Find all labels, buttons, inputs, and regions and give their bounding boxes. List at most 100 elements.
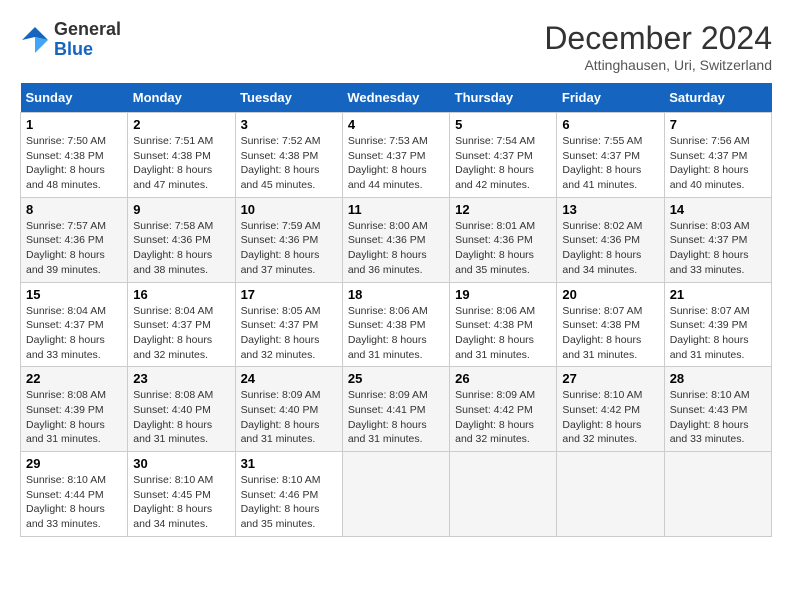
day-info: Sunrise: 8:04 AM Sunset: 4:37 PM Dayligh… <box>133 304 229 363</box>
calendar-cell: 16 Sunrise: 8:04 AM Sunset: 4:37 PM Dayl… <box>128 282 235 367</box>
sunrise-label: Sunrise: 7:55 AM <box>562 135 642 147</box>
calendar-cell: 1 Sunrise: 7:50 AM Sunset: 4:38 PM Dayli… <box>21 113 128 198</box>
title-block: December 2024 Attinghausen, Uri, Switzer… <box>544 20 772 73</box>
weekday-header: Sunday <box>21 83 128 113</box>
day-number: 23 <box>133 371 229 386</box>
sunrise-label: Sunrise: 8:08 AM <box>26 389 106 401</box>
calendar-cell: 31 Sunrise: 8:10 AM Sunset: 4:46 PM Dayl… <box>235 452 342 537</box>
sunrise-label: Sunrise: 7:53 AM <box>348 135 428 147</box>
sunset-label: Sunset: 4:44 PM <box>26 489 104 501</box>
sunrise-label: Sunrise: 8:07 AM <box>562 305 642 317</box>
day-info: Sunrise: 8:09 AM Sunset: 4:40 PM Dayligh… <box>241 388 337 447</box>
calendar-table: SundayMondayTuesdayWednesdayThursdayFrid… <box>20 83 772 537</box>
calendar-cell: 11 Sunrise: 8:00 AM Sunset: 4:36 PM Dayl… <box>342 197 449 282</box>
daylight-label: Daylight: 8 hours and 41 minutes. <box>562 164 641 191</box>
day-number: 3 <box>241 117 337 132</box>
sunrise-label: Sunrise: 7:58 AM <box>133 220 213 232</box>
day-number: 8 <box>26 202 122 217</box>
daylight-label: Daylight: 8 hours and 45 minutes. <box>241 164 320 191</box>
daylight-label: Daylight: 8 hours and 31 minutes. <box>26 419 105 446</box>
day-info: Sunrise: 8:08 AM Sunset: 4:39 PM Dayligh… <box>26 388 122 447</box>
calendar-cell: 23 Sunrise: 8:08 AM Sunset: 4:40 PM Dayl… <box>128 367 235 452</box>
sunset-label: Sunset: 4:42 PM <box>455 404 533 416</box>
calendar-cell: 22 Sunrise: 8:08 AM Sunset: 4:39 PM Dayl… <box>21 367 128 452</box>
sunset-label: Sunset: 4:36 PM <box>348 234 426 246</box>
sunset-label: Sunset: 4:40 PM <box>133 404 211 416</box>
day-info: Sunrise: 8:08 AM Sunset: 4:40 PM Dayligh… <box>133 388 229 447</box>
sunrise-label: Sunrise: 8:06 AM <box>455 305 535 317</box>
day-number: 28 <box>670 371 766 386</box>
sunset-label: Sunset: 4:39 PM <box>670 319 748 331</box>
sunrise-label: Sunrise: 7:52 AM <box>241 135 321 147</box>
day-number: 4 <box>348 117 444 132</box>
day-info: Sunrise: 8:06 AM Sunset: 4:38 PM Dayligh… <box>455 304 551 363</box>
calendar-cell <box>557 452 664 537</box>
day-number: 30 <box>133 456 229 471</box>
daylight-label: Daylight: 8 hours and 32 minutes. <box>241 334 320 361</box>
daylight-label: Daylight: 8 hours and 33 minutes. <box>670 249 749 276</box>
calendar-cell: 4 Sunrise: 7:53 AM Sunset: 4:37 PM Dayli… <box>342 113 449 198</box>
day-number: 18 <box>348 287 444 302</box>
logo: General Blue <box>20 20 121 60</box>
sunset-label: Sunset: 4:38 PM <box>241 150 319 162</box>
daylight-label: Daylight: 8 hours and 31 minutes. <box>133 419 212 446</box>
day-number: 13 <box>562 202 658 217</box>
sunrise-label: Sunrise: 7:51 AM <box>133 135 213 147</box>
sunset-label: Sunset: 4:36 PM <box>241 234 319 246</box>
calendar-cell: 12 Sunrise: 8:01 AM Sunset: 4:36 PM Dayl… <box>450 197 557 282</box>
daylight-label: Daylight: 8 hours and 44 minutes. <box>348 164 427 191</box>
daylight-label: Daylight: 8 hours and 42 minutes. <box>455 164 534 191</box>
day-info: Sunrise: 7:59 AM Sunset: 4:36 PM Dayligh… <box>241 219 337 278</box>
sunrise-label: Sunrise: 8:10 AM <box>562 389 642 401</box>
weekday-header: Monday <box>128 83 235 113</box>
daylight-label: Daylight: 8 hours and 48 minutes. <box>26 164 105 191</box>
sunrise-label: Sunrise: 8:02 AM <box>562 220 642 232</box>
day-info: Sunrise: 8:00 AM Sunset: 4:36 PM Dayligh… <box>348 219 444 278</box>
calendar-cell: 6 Sunrise: 7:55 AM Sunset: 4:37 PM Dayli… <box>557 113 664 198</box>
calendar-cell: 13 Sunrise: 8:02 AM Sunset: 4:36 PM Dayl… <box>557 197 664 282</box>
sunrise-label: Sunrise: 8:10 AM <box>133 474 213 486</box>
day-info: Sunrise: 8:05 AM Sunset: 4:37 PM Dayligh… <box>241 304 337 363</box>
sunrise-label: Sunrise: 8:10 AM <box>241 474 321 486</box>
month-title: December 2024 <box>544 20 772 57</box>
day-info: Sunrise: 7:55 AM Sunset: 4:37 PM Dayligh… <box>562 134 658 193</box>
calendar-cell: 19 Sunrise: 8:06 AM Sunset: 4:38 PM Dayl… <box>450 282 557 367</box>
sunrise-label: Sunrise: 8:01 AM <box>455 220 535 232</box>
logo-general: General <box>54 20 121 40</box>
day-info: Sunrise: 8:10 AM Sunset: 4:42 PM Dayligh… <box>562 388 658 447</box>
calendar-cell: 2 Sunrise: 7:51 AM Sunset: 4:38 PM Dayli… <box>128 113 235 198</box>
sunset-label: Sunset: 4:36 PM <box>455 234 533 246</box>
day-number: 31 <box>241 456 337 471</box>
day-info: Sunrise: 8:09 AM Sunset: 4:41 PM Dayligh… <box>348 388 444 447</box>
weekday-header: Tuesday <box>235 83 342 113</box>
sunrise-label: Sunrise: 8:06 AM <box>348 305 428 317</box>
sunrise-label: Sunrise: 7:54 AM <box>455 135 535 147</box>
day-info: Sunrise: 8:10 AM Sunset: 4:46 PM Dayligh… <box>241 473 337 532</box>
daylight-label: Daylight: 8 hours and 32 minutes. <box>562 419 641 446</box>
day-number: 27 <box>562 371 658 386</box>
sunset-label: Sunset: 4:40 PM <box>241 404 319 416</box>
sunset-label: Sunset: 4:37 PM <box>670 234 748 246</box>
sunset-label: Sunset: 4:37 PM <box>562 150 640 162</box>
sunset-label: Sunset: 4:36 PM <box>26 234 104 246</box>
calendar-header-row: SundayMondayTuesdayWednesdayThursdayFrid… <box>21 83 772 113</box>
day-info: Sunrise: 8:10 AM Sunset: 4:43 PM Dayligh… <box>670 388 766 447</box>
sunset-label: Sunset: 4:38 PM <box>133 150 211 162</box>
daylight-label: Daylight: 8 hours and 40 minutes. <box>670 164 749 191</box>
day-number: 25 <box>348 371 444 386</box>
day-number: 24 <box>241 371 337 386</box>
weekday-header: Saturday <box>664 83 771 113</box>
day-number: 26 <box>455 371 551 386</box>
calendar-week-row: 15 Sunrise: 8:04 AM Sunset: 4:37 PM Dayl… <box>21 282 772 367</box>
daylight-label: Daylight: 8 hours and 31 minutes. <box>348 334 427 361</box>
daylight-label: Daylight: 8 hours and 39 minutes. <box>26 249 105 276</box>
daylight-label: Daylight: 8 hours and 31 minutes. <box>241 419 320 446</box>
calendar-cell: 28 Sunrise: 8:10 AM Sunset: 4:43 PM Dayl… <box>664 367 771 452</box>
daylight-label: Daylight: 8 hours and 31 minutes. <box>562 334 641 361</box>
daylight-label: Daylight: 8 hours and 34 minutes. <box>133 503 212 530</box>
day-info: Sunrise: 8:04 AM Sunset: 4:37 PM Dayligh… <box>26 304 122 363</box>
sunset-label: Sunset: 4:36 PM <box>133 234 211 246</box>
logo-blue: Blue <box>54 40 121 60</box>
calendar-cell: 14 Sunrise: 8:03 AM Sunset: 4:37 PM Dayl… <box>664 197 771 282</box>
sunrise-label: Sunrise: 8:09 AM <box>348 389 428 401</box>
